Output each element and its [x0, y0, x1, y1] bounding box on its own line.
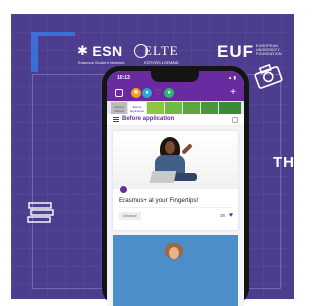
esn-icon[interactable]: ✱ — [131, 88, 141, 98]
filter-icon[interactable] — [232, 117, 238, 123]
content-card[interactable]: Erasmus+ at your Fingertips! General 39 … — [113, 131, 238, 230]
journey-tabs: Getting started Before application — [107, 101, 244, 114]
scan-icon[interactable] — [115, 89, 123, 97]
author-avatar[interactable] — [119, 185, 128, 194]
euf-logo-subtitle: EUROPEAN UNIVERSITY FOUNDATION — [256, 44, 282, 56]
heart-outline-icon[interactable]: ♡ — [153, 88, 163, 98]
app-header: ✱ ● ♡ ● + — [107, 85, 244, 101]
photo-person-face-2 — [169, 247, 179, 259]
tab-stage-5[interactable] — [183, 102, 200, 114]
heart-icon[interactable]: ♥ — [229, 212, 233, 220]
section-title: Before application — [122, 116, 175, 122]
group-icon[interactable]: ● — [164, 88, 174, 98]
content-feed[interactable]: Erasmus+ at your Fingertips! General 39 … — [107, 126, 244, 306]
esn-logo-subtitle: Erasmus Student Network — [78, 60, 125, 65]
esn-logo-name: ESN — [92, 42, 123, 59]
promo-side-text: TH — [273, 154, 294, 171]
phone-notch — [151, 71, 199, 82]
tab-stage-7[interactable] — [219, 102, 241, 114]
like-count: 39 — [219, 213, 225, 218]
status-time: 10:13 — [117, 75, 130, 81]
section-header: Before application — [107, 114, 244, 126]
tab-getting-started[interactable]: Getting started — [111, 102, 127, 114]
elte-logo-name: ELTE — [144, 43, 179, 58]
photo-laptop — [149, 171, 177, 183]
status-indicators: ▲ ▮ — [227, 75, 236, 80]
tab-stage-4[interactable] — [165, 102, 182, 114]
euf-logo-name: EUF — [217, 42, 254, 61]
esn-logo: ✱ ESN Erasmus Student Network — [77, 42, 124, 65]
category-tag[interactable]: General — [119, 212, 141, 220]
euf-logo: EUF EUROPEAN UNIVERSITY FOUNDATION — [217, 42, 282, 62]
accent-bar — [31, 32, 38, 72]
phone-screen: 10:13 ▲ ▮ ✱ ● ♡ ● + Getting started Befo… — [107, 71, 244, 306]
card-image — [113, 131, 238, 189]
elte-seal-icon — [134, 44, 148, 58]
tab-stage-6[interactable] — [201, 102, 218, 114]
hamburger-icon[interactable] — [113, 117, 119, 122]
profile-icon[interactable]: ● — [142, 88, 152, 98]
phone-mockup: 10:13 ▲ ▮ ✱ ● ♡ ● + Getting started Befo… — [102, 66, 249, 306]
card-divider — [119, 207, 232, 208]
esn-star-icon: ✱ — [77, 42, 88, 58]
add-icon[interactable]: + — [228, 88, 238, 98]
photo-person-arm — [181, 143, 193, 155]
content-card-next[interactable] — [113, 235, 238, 306]
card-title[interactable]: Erasmus+ at your Fingertips! — [119, 197, 198, 204]
tab-before-application[interactable]: Before application — [128, 102, 146, 114]
tab-stage-3[interactable] — [147, 102, 164, 114]
screenshot-canvas: ✱ ESN Erasmus Student Network ELTE EÖTVÖ… — [0, 0, 303, 306]
books-icon — [27, 202, 54, 223]
partner-logos: ✱ ESN Erasmus Student Network ELTE EÖTVÖ… — [69, 42, 294, 70]
photo-person-face — [165, 141, 175, 154]
